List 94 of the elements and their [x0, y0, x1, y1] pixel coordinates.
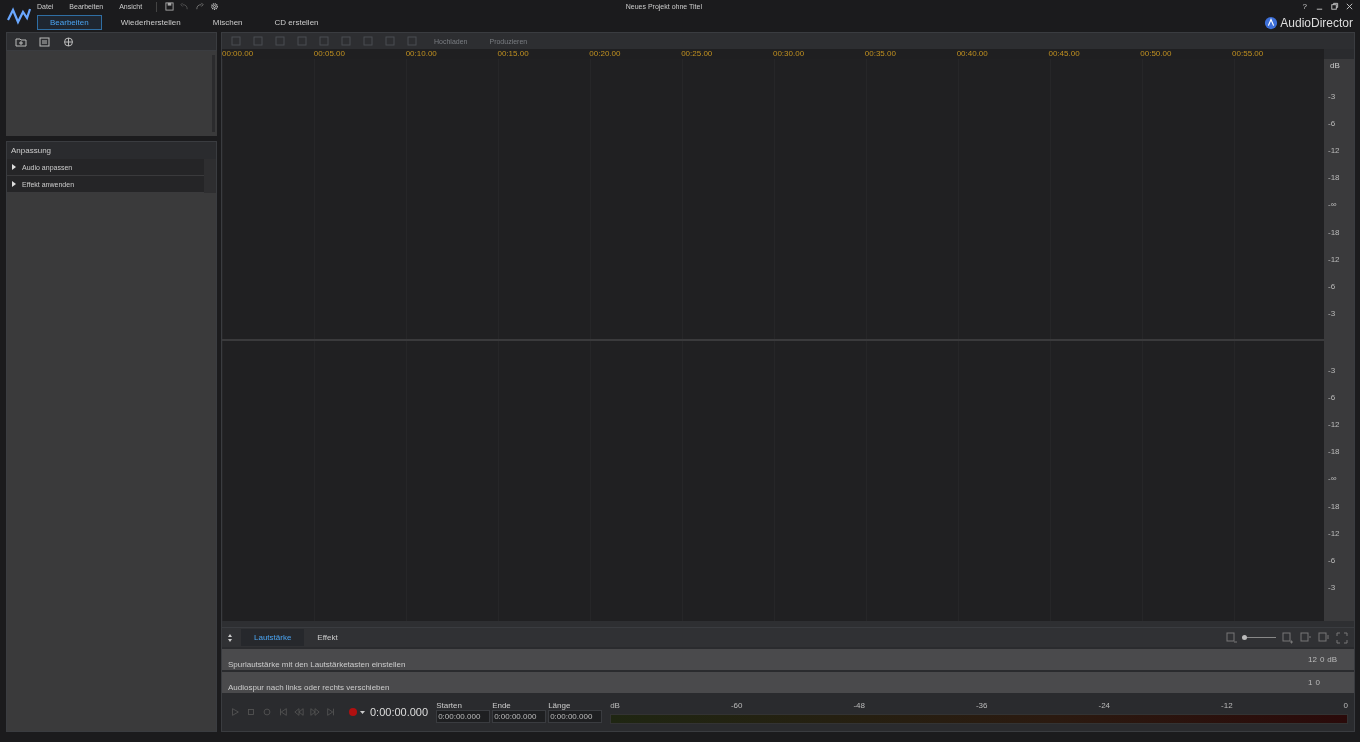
- meter-label: -12: [1221, 700, 1233, 710]
- mode-tab[interactable]: CD erstellen: [261, 15, 332, 30]
- help-icon[interactable]: ?: [1302, 2, 1307, 11]
- meter-label: -60: [730, 700, 743, 710]
- ruler-label: 00:50.00: [1140, 49, 1173, 59]
- updown-arrows-icon[interactable]: [227, 632, 233, 643]
- settings-icon[interactable]: [210, 2, 220, 11]
- fit-width-icon[interactable]: [1300, 631, 1312, 644]
- field-label: Länge: [548, 701, 572, 710]
- rewind-icon[interactable]: [294, 707, 304, 717]
- toolbar-tool-icon[interactable]: [252, 36, 264, 46]
- lane-scale-label: 12: [1308, 655, 1317, 664]
- keyframe-tab[interactable]: Effekt: [304, 629, 351, 646]
- ruler-label: 00:35.00: [864, 49, 897, 59]
- ruler-label: 00:45.00: [1048, 49, 1081, 59]
- db-label: -6: [1328, 119, 1337, 129]
- keyframe-tab[interactable]: Lautstärke: [241, 629, 305, 646]
- redo-icon[interactable]: [195, 2, 205, 11]
- ruler-label: 00:20.00: [589, 49, 622, 59]
- db-label: -6: [1328, 555, 1337, 565]
- mode-tab[interactable]: Wiederherstellen: [107, 15, 194, 30]
- time-field[interactable]: 0:00:00.000: [548, 710, 603, 723]
- field-label: Starten: [436, 701, 463, 710]
- ruler-label: 00:30.00: [772, 49, 806, 59]
- meter-label: -36: [975, 700, 988, 710]
- undo-icon[interactable]: [180, 2, 190, 11]
- time-field[interactable]: 0:00:00.000: [492, 710, 547, 723]
- mode-tab[interactable]: Bearbeiten: [37, 15, 102, 30]
- ruler-label: 00:15.00: [497, 49, 530, 59]
- db-label: -∞: [1328, 474, 1338, 484]
- field-label: Ende: [492, 701, 512, 710]
- toolbar-tool-icon[interactable]: [230, 36, 242, 46]
- zoom-in-icon[interactable]: [1282, 631, 1294, 644]
- timecode: 0:00:00.000: [370, 706, 429, 718]
- db-label: -18: [1328, 501, 1341, 511]
- fit-height-icon[interactable]: [1318, 631, 1330, 644]
- meter-label: 0: [1343, 700, 1348, 710]
- ruler-label: 00:40.00: [956, 49, 989, 59]
- stop-icon[interactable]: [246, 707, 256, 717]
- loop-icon[interactable]: [262, 707, 272, 717]
- db-label: -12: [1328, 528, 1341, 538]
- lane-scale-label: dB: [1327, 655, 1338, 664]
- meter-label: -24: [1098, 700, 1111, 710]
- ruler-label: 00:25.00: [681, 49, 714, 59]
- lane-scale-label: 0: [1315, 678, 1320, 687]
- lane-scale-label: 0: [1319, 655, 1325, 664]
- toolbar-tool-icon[interactable]: [318, 36, 330, 46]
- toolbar-tool-icon[interactable]: [384, 36, 396, 46]
- lane-scale-label: 1: [1308, 678, 1313, 687]
- db-label: -3: [1328, 582, 1337, 592]
- lane-hint: Spurlautstärke mit den Lautstärketasten einstellen: [228, 660, 406, 670]
- db-label: -6: [1328, 393, 1337, 403]
- db-label: -3: [1328, 308, 1337, 318]
- db-label: -3: [1328, 366, 1337, 376]
- restore-icon[interactable]: [1330, 2, 1339, 11]
- skip-back-icon[interactable]: [278, 707, 288, 717]
- db-label: -6: [1328, 281, 1337, 291]
- close-icon[interactable]: [1345, 2, 1354, 11]
- time-field[interactable]: 0:00:00.000: [436, 710, 491, 723]
- scale-unit: dB: [1330, 61, 1340, 70]
- db-label: -3: [1328, 92, 1337, 102]
- db-label: -18: [1328, 173, 1341, 183]
- meter-label: dB: [610, 700, 620, 710]
- db-label: -∞: [1328, 200, 1338, 210]
- db-label: -18: [1328, 227, 1341, 237]
- db-label: -12: [1328, 254, 1341, 264]
- db-label: -18: [1328, 447, 1341, 457]
- toolbar-tool-icon[interactable]: [340, 36, 352, 46]
- app-logo-icon: [7, 6, 31, 26]
- toolbar-tool-icon[interactable]: [362, 36, 374, 46]
- fullscreen-icon[interactable]: [1336, 631, 1348, 644]
- panel-title: Anpassung: [7, 142, 216, 159]
- save-icon[interactable]: [165, 2, 175, 11]
- lane-hint: Audiospur nach links oder rechts verschieben: [228, 683, 390, 693]
- record-icon[interactable]: [348, 706, 366, 718]
- media-import-icon[interactable]: [39, 36, 51, 47]
- ruler-label: 00:55.00: [1232, 49, 1265, 59]
- toolbar-tool-icon[interactable]: [406, 36, 418, 46]
- brand-name: AudioDirector: [1280, 15, 1353, 30]
- folder-import-icon[interactable]: [15, 36, 27, 47]
- ruler-label: 00:10.00: [405, 49, 438, 59]
- mode-tab[interactable]: Mischen: [199, 15, 256, 30]
- zoom-slider-thumb[interactable]: [1241, 635, 1247, 640]
- meter-label: -48: [853, 700, 865, 710]
- brand-logo-icon: [1264, 15, 1279, 30]
- fast-forward-icon[interactable]: [310, 707, 320, 717]
- db-label: -12: [1328, 146, 1341, 156]
- ruler-label: 00:00.00: [222, 49, 255, 59]
- toolbar-tool-icon[interactable]: [274, 36, 286, 46]
- db-label: -12: [1328, 420, 1341, 430]
- ruler-label: 00:05.00: [313, 49, 346, 59]
- toolbar-tool-icon[interactable]: [296, 36, 308, 46]
- skip-forward-icon[interactable]: [326, 707, 336, 717]
- play-icon[interactable]: [230, 707, 240, 717]
